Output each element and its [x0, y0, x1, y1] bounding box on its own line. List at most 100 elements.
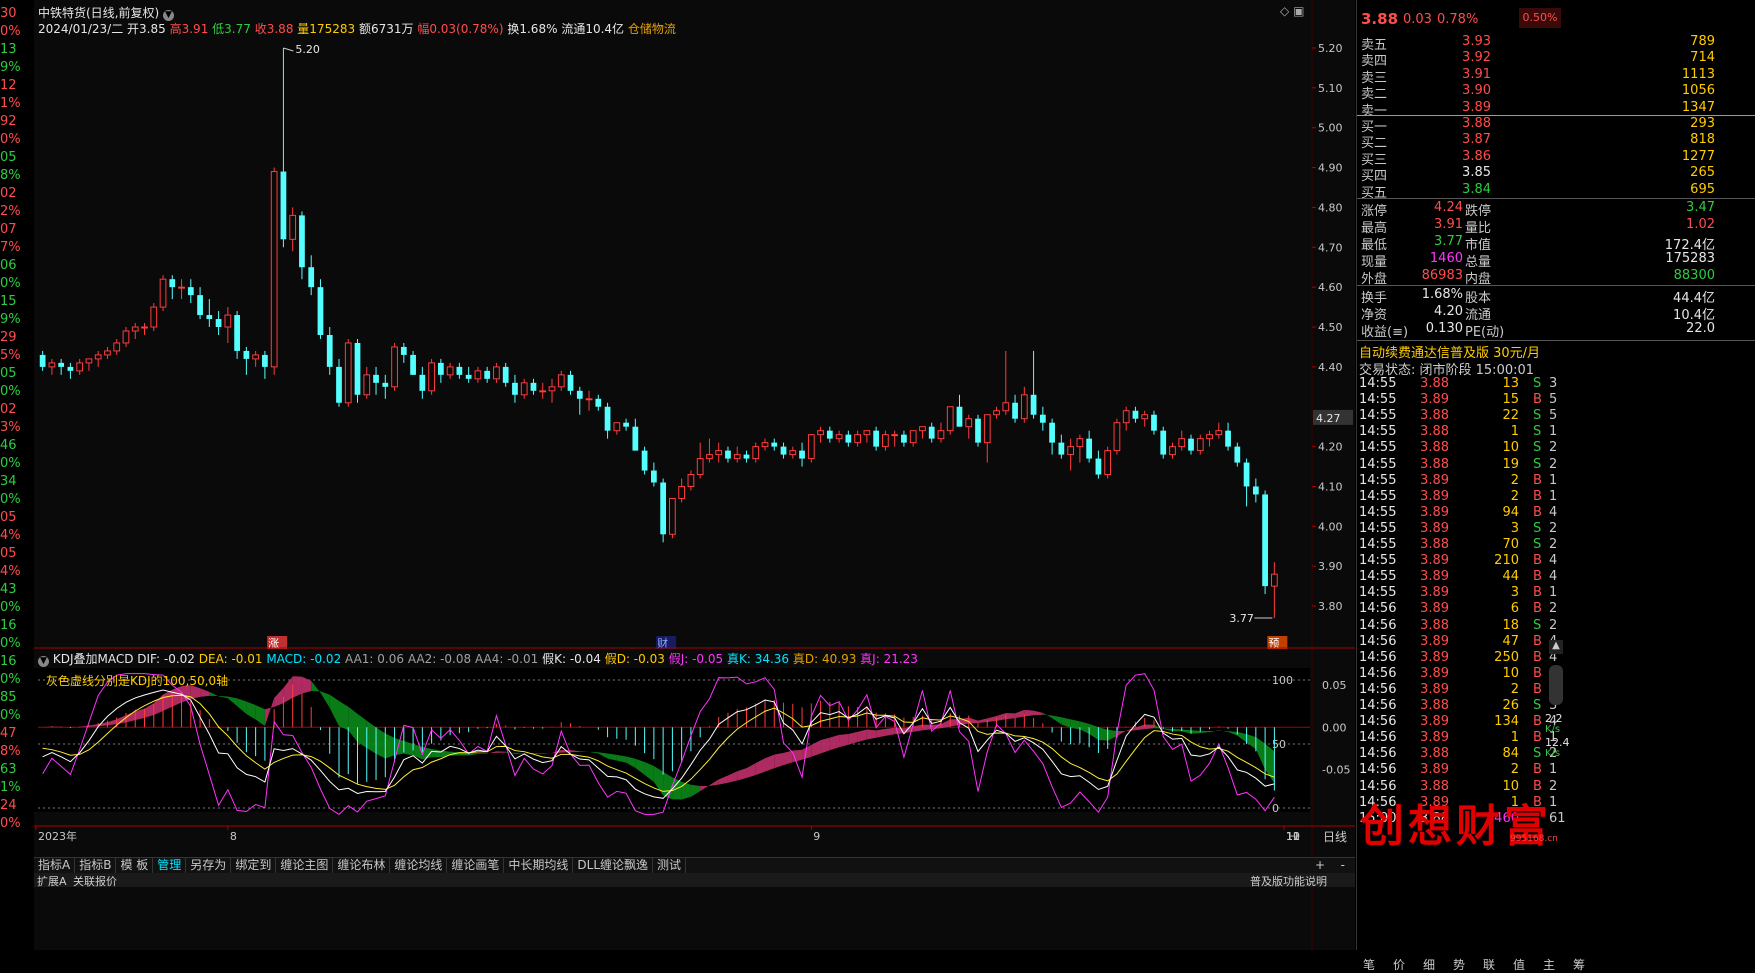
candle-body[interactable] [1095, 458, 1102, 475]
left-strip-value[interactable]: 05 [0, 150, 17, 165]
tick-row[interactable]: 14:55 3.89 3 B 1 [1359, 585, 1755, 601]
candle-body[interactable] [48, 362, 56, 368]
candle-body[interactable] [678, 485, 686, 499]
candle-body[interactable] [1225, 430, 1231, 447]
candle-body[interactable] [576, 390, 583, 399]
indicator-toggle-icon[interactable]: ▼ [38, 656, 49, 667]
left-strip-value[interactable]: 8% [0, 744, 21, 759]
quote-badge[interactable]: 0.50% [1519, 8, 1561, 28]
candle-body[interactable] [1012, 402, 1018, 419]
candle-body[interactable] [1215, 430, 1223, 436]
candle-body[interactable] [548, 386, 556, 392]
chart-area[interactable]: 5.20 5.10 5.00 4.90 4.80 4.70 4.60 4.50 4.40 4.20… [34, 0, 1355, 950]
left-strip-value[interactable]: 46 [0, 438, 17, 453]
candle-body[interactable] [946, 406, 954, 432]
candle-body[interactable] [752, 446, 760, 460]
left-strip-value[interactable]: 63 [0, 762, 17, 777]
candle-body[interactable] [687, 474, 695, 487]
left-strip-value[interactable]: 0% [0, 276, 21, 291]
candle-body[interactable] [585, 398, 593, 401]
candle-body[interactable] [299, 215, 305, 268]
candle-body[interactable] [595, 398, 602, 407]
left-strip-value[interactable]: 0% [0, 672, 21, 687]
candle-body[interactable] [308, 267, 315, 288]
toolbar-tab[interactable]: 管理 [153, 858, 187, 873]
candle-body[interactable] [660, 482, 667, 535]
candle-body[interactable] [771, 442, 778, 447]
candle-body[interactable] [419, 374, 426, 391]
candle-body[interactable] [76, 362, 84, 372]
candle-body[interactable] [650, 470, 657, 483]
candle-body[interactable] [262, 354, 268, 367]
left-strip-value[interactable]: 0% [0, 132, 21, 147]
candle-body[interactable] [539, 390, 547, 393]
candle-body[interactable] [1058, 442, 1065, 455]
tick-row[interactable]: 14:55 3.89 2 B 1 [1359, 473, 1755, 489]
bid-row[interactable]: 买五 3.84 695 [1361, 182, 1751, 201]
kline-chart[interactable]: 5.20 5.10 5.00 4.90 4.80 4.70 4.60 4.50 4.40 4.20… [34, 0, 1355, 950]
left-strip-value[interactable]: 0% [0, 816, 21, 831]
candle-body[interactable] [641, 450, 648, 471]
candle-body[interactable] [428, 362, 435, 392]
tick-row[interactable]: 14:55 3.89 210 B 4 [1359, 553, 1755, 569]
candle-body[interactable] [178, 286, 185, 289]
left-strip-value[interactable]: 4% [0, 528, 21, 543]
candle-body[interactable] [1086, 438, 1093, 459]
left-strip-value[interactable]: 02 [0, 186, 17, 201]
candle-body[interactable] [863, 430, 871, 436]
candle-body[interactable] [224, 314, 232, 328]
left-strip-value[interactable]: 05 [0, 510, 17, 525]
candle-body[interactable] [1122, 410, 1130, 424]
candle-body[interactable] [1169, 446, 1176, 456]
tick-row[interactable]: 14:55 3.89 15 B 5 [1359, 392, 1755, 408]
candle-body[interactable] [391, 346, 398, 388]
left-strip-value[interactable]: 15 [0, 294, 17, 309]
candle-body[interactable] [901, 434, 907, 443]
tick-row[interactable]: 14:55 3.88 19 S 2 [1359, 457, 1755, 473]
ask-row[interactable]: 卖五 3.93 789 [1361, 34, 1751, 53]
left-strip-value[interactable]: 4% [0, 564, 21, 579]
tick-row[interactable]: 14:55 3.88 13 S 3 [1359, 376, 1755, 392]
bid-row[interactable]: 买三 3.86 1277 [1361, 149, 1751, 168]
candle-body[interactable] [1206, 434, 1213, 440]
toolbar-tab[interactable]: 测试 [653, 858, 687, 873]
bid-row[interactable]: 买四 3.85 265 [1361, 165, 1751, 184]
side-tab[interactable]: 筹 [1573, 956, 1585, 973]
toolbar-tab[interactable]: 缠论均线 [390, 858, 448, 873]
toolbar-tab[interactable]: 指标B [75, 858, 117, 873]
help-link[interactable]: 普及版功能说明 [1250, 873, 1327, 889]
left-strip-value[interactable]: 06 [0, 258, 17, 273]
side-tab[interactable]: 主 [1543, 956, 1555, 973]
candle-body[interactable] [270, 171, 278, 368]
left-strip-value[interactable]: 29 [0, 330, 17, 345]
toolbar-tab[interactable]: 中长期均线 [504, 858, 574, 873]
candle-body[interactable] [761, 442, 769, 448]
left-strip-value[interactable]: 07 [0, 222, 17, 237]
candle-body[interactable] [1049, 422, 1055, 443]
candle-body[interactable] [835, 434, 843, 440]
candle-body[interactable] [131, 326, 139, 332]
candle-body[interactable] [169, 279, 176, 288]
candle-body[interactable] [1039, 414, 1046, 423]
candle-body[interactable] [983, 414, 991, 444]
indicator-name[interactable]: KDJ叠加MACD [53, 652, 134, 666]
candle-body[interactable] [150, 306, 158, 328]
candle-body[interactable] [604, 406, 611, 431]
candle-body[interactable] [826, 430, 833, 439]
period-label[interactable]: 日线 [1316, 828, 1354, 844]
candle-body[interactable] [1020, 394, 1028, 420]
candle-body[interactable] [789, 450, 797, 456]
candle-body[interactable] [817, 430, 824, 436]
candle-body[interactable] [465, 374, 472, 379]
candle-body[interactable] [956, 406, 963, 427]
left-strip-value[interactable]: 0% [0, 708, 21, 723]
left-strip-value[interactable]: 7% [0, 240, 21, 255]
candle-body[interactable] [1067, 446, 1074, 456]
left-strip-value[interactable]: 43 [0, 582, 17, 597]
candle-body[interactable] [919, 426, 926, 432]
candle-body[interactable] [975, 418, 981, 443]
candle-body[interactable] [206, 315, 213, 320]
left-strip-value[interactable]: 9% [0, 312, 21, 327]
diamond-icon[interactable]: ◇ [1280, 4, 1289, 18]
left-strip-value[interactable]: 1% [0, 96, 21, 111]
